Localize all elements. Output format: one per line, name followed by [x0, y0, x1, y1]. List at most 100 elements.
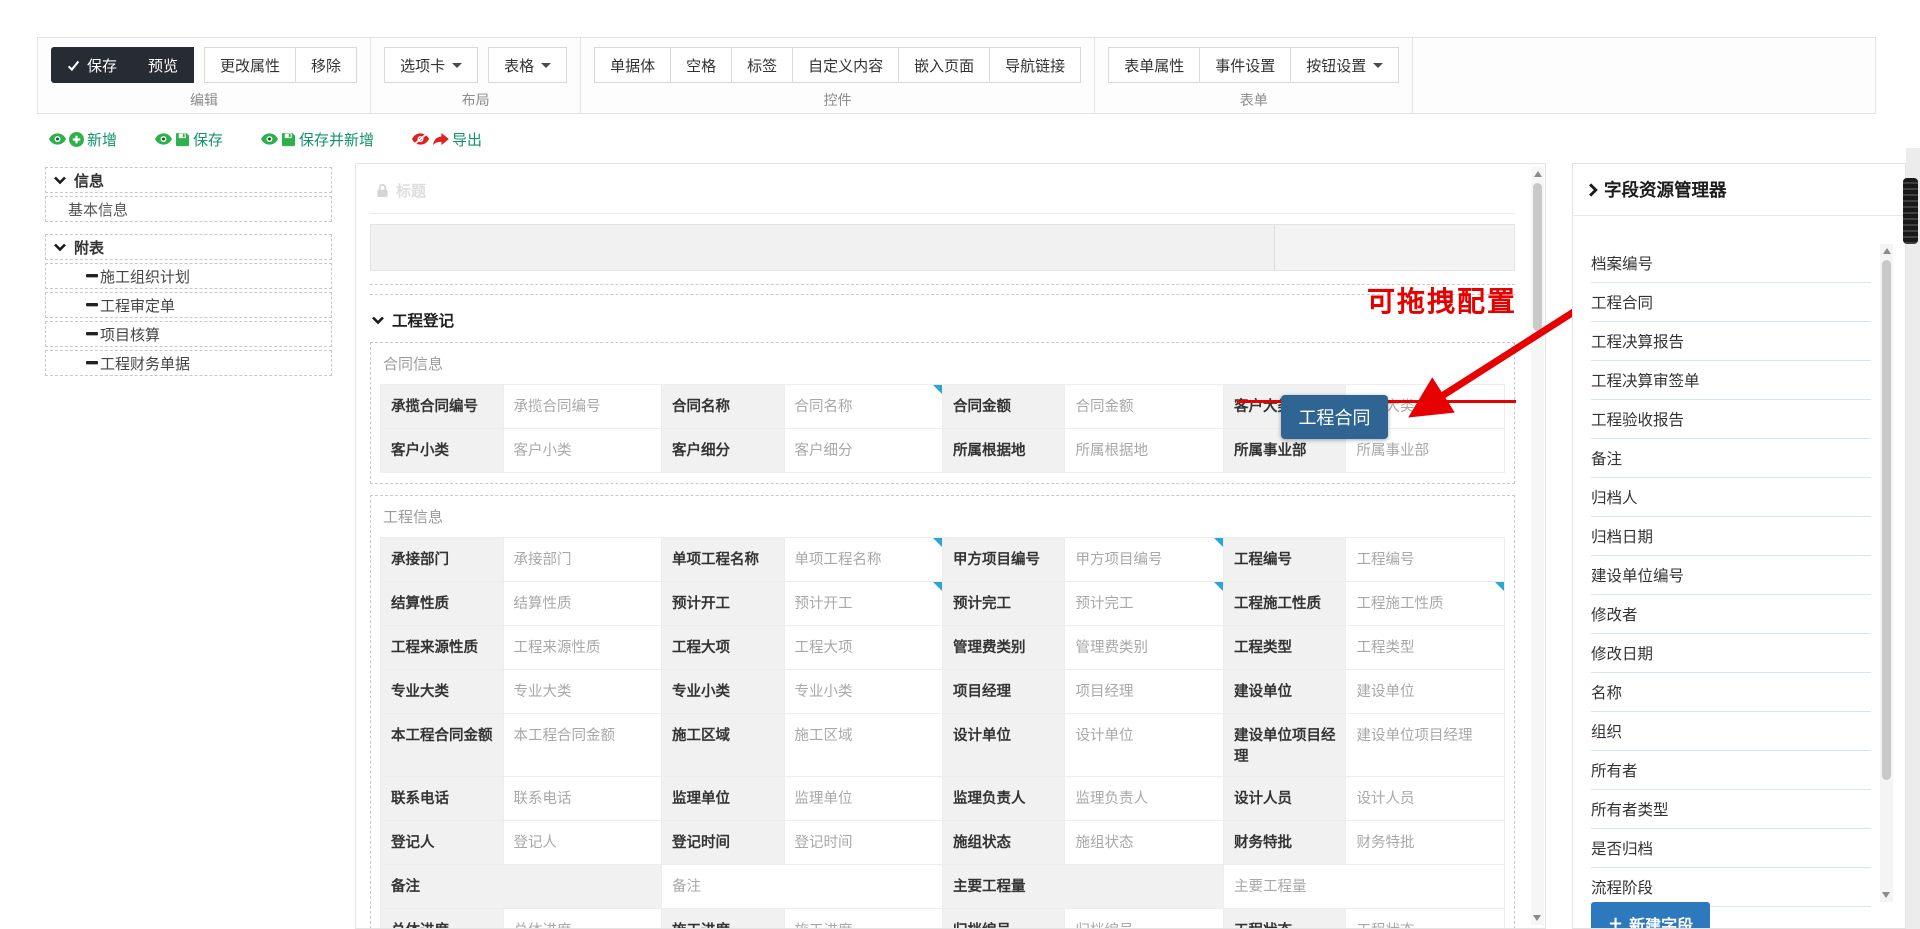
field-item[interactable]: 所有者	[1591, 751, 1871, 790]
field-value-cell[interactable]: 总体进度	[503, 909, 662, 928]
canvas-scrollbar-thumb[interactable]	[1533, 183, 1542, 331]
dragged-field-chip[interactable]: 工程合同	[1281, 395, 1388, 439]
field-value-cell[interactable]: 施工区域	[784, 714, 943, 778]
field-item[interactable]: 名称	[1591, 673, 1871, 712]
table-control-button[interactable]: 表格	[488, 47, 568, 83]
tree-item[interactable]: 工程财务单据	[45, 350, 332, 376]
field-value-cell[interactable]: 工程编号	[1346, 538, 1505, 582]
field-value-cell[interactable]: 合同名称	[784, 385, 943, 429]
field-label-cell[interactable]: 承揽合同编号	[381, 385, 504, 429]
field-label-cell[interactable]: 登记人	[381, 821, 504, 866]
field-value-cell[interactable]: 工程大项	[784, 626, 943, 670]
empty-row-placeholder[interactable]	[370, 284, 1515, 295]
field-item[interactable]: 修改日期	[1591, 634, 1871, 673]
tree-item[interactable]: 项目核算	[45, 321, 332, 347]
field-label-cell[interactable]: 承接部门	[381, 538, 504, 582]
field-label-cell[interactable]: 联系电话	[381, 777, 504, 822]
field-label-cell[interactable]: 甲方项目编号	[942, 538, 1066, 582]
field-value-cell[interactable]: 承揽合同编号	[503, 385, 662, 429]
field-label-cell[interactable]: 建设单位项目经理	[1223, 714, 1347, 778]
field-value-cell[interactable]: 本工程合同金额	[503, 714, 662, 778]
field-label-cell[interactable]: 施组状态	[942, 821, 1066, 866]
field-value-cell[interactable]: 施组状态	[1065, 821, 1224, 866]
field-list-scrollbar-thumb[interactable]	[1882, 260, 1891, 780]
field-item[interactable]: 建设单位编号	[1591, 556, 1871, 595]
field-item[interactable]: 是否归档	[1591, 829, 1871, 868]
field-value-cell[interactable]: 设计人员	[1346, 777, 1505, 822]
field-value-cell[interactable]: 监理单位	[784, 777, 943, 822]
quickbar-export-button[interactable]: 导出	[412, 129, 482, 150]
canvas-scrollbar[interactable]	[1531, 167, 1544, 925]
tab-control-button[interactable]: 选项卡	[384, 47, 479, 83]
quickbar-save-and-new-button[interactable]: 保存并新增	[261, 129, 374, 150]
field-value-cell[interactable]: 工程施工性质	[1346, 582, 1505, 626]
field-value-cell[interactable]: 建设单位项目经理	[1346, 714, 1505, 778]
field-value-cell[interactable]: 工程来源性质	[503, 626, 662, 670]
field-value-cell[interactable]: 预计开工	[784, 582, 943, 626]
field-label-cell[interactable]: 监理负责人	[942, 777, 1066, 822]
field-label-cell[interactable]: 登记时间	[661, 821, 785, 866]
field-label-cell[interactable]: 专业小类	[661, 670, 785, 714]
field-value-cell[interactable]: 承接部门	[503, 538, 662, 582]
field-panel-header[interactable]: 字段资源管理器	[1573, 164, 1905, 216]
field-label-cell[interactable]: 预计完工	[942, 582, 1066, 626]
field-label-cell[interactable]: 预计开工	[661, 582, 785, 626]
field-value-cell[interactable]: 归档编号	[1065, 909, 1224, 928]
field-item[interactable]: 工程决算报告	[1591, 322, 1871, 361]
field-label-cell[interactable]: 施工区域	[661, 714, 785, 778]
tree-item[interactable]: 基本信息	[45, 196, 332, 222]
tree-item[interactable]: 工程审定单	[45, 292, 332, 318]
button-settings-button[interactable]: 按钮设置	[1290, 47, 1400, 83]
field-label-cell[interactable]: 结算性质	[381, 582, 504, 626]
change-properties-button[interactable]: 更改属性	[204, 47, 297, 83]
scroll-up-arrow-icon[interactable]	[1882, 248, 1891, 254]
field-label-cell[interactable]: 建设单位	[1223, 670, 1347, 714]
field-value-cell[interactable]: 财务特批	[1346, 821, 1505, 866]
field-item[interactable]: 工程合同	[1591, 283, 1871, 322]
field-label-cell[interactable]: 工程编号	[1223, 538, 1347, 582]
field-label-cell[interactable]: 客户细分	[661, 429, 785, 473]
remove-button[interactable]: 移除	[295, 47, 358, 83]
tree-section-header[interactable]: 附表	[45, 234, 332, 260]
bill-body-button[interactable]: 单据体	[594, 47, 672, 83]
field-value-cell[interactable]: 专业小类	[784, 670, 943, 714]
field-item[interactable]: 档案编号	[1591, 244, 1871, 283]
field-label-cell[interactable]: 专业大类	[381, 670, 504, 714]
quickbar-add-new-button[interactable]: 新增	[49, 129, 117, 150]
event-settings-button[interactable]: 事件设置	[1199, 47, 1292, 83]
field-item[interactable]: 归档人	[1591, 478, 1871, 517]
scroll-down-arrow-icon[interactable]	[1533, 915, 1541, 921]
field-label-cell[interactable]: 工程来源性质	[381, 626, 504, 670]
field-label-cell[interactable]: 主要工程量	[942, 865, 1224, 910]
field-item[interactable]: 工程决算审签单	[1591, 361, 1871, 400]
label-button[interactable]: 标签	[731, 47, 794, 83]
field-item[interactable]: 备注	[1591, 439, 1871, 478]
save-button[interactable]: 保存	[51, 47, 134, 83]
embed-page-button[interactable]: 嵌入页面	[898, 47, 991, 83]
tree-section-header[interactable]: 信息	[45, 167, 332, 193]
field-value-cell[interactable]: 工程类型	[1346, 626, 1505, 670]
field-value-cell[interactable]: 设计单位	[1065, 714, 1224, 778]
field-label-cell[interactable]: 单项工程名称	[661, 538, 785, 582]
field-label-cell[interactable]: 总体进度	[381, 909, 504, 928]
field-item[interactable]: 组织	[1591, 712, 1871, 751]
field-item[interactable]: 归档日期	[1591, 517, 1871, 556]
field-item[interactable]: 工程验收报告	[1591, 400, 1871, 439]
scroll-up-arrow-icon[interactable]	[1533, 171, 1542, 177]
field-value-cell[interactable]: 结算性质	[503, 582, 662, 626]
field-label-cell[interactable]: 工程大项	[661, 626, 785, 670]
custom-content-button[interactable]: 自定义内容	[792, 47, 900, 83]
section-header[interactable]: 工程登记	[372, 309, 1515, 331]
field-value-cell[interactable]: 预计完工	[1065, 582, 1224, 626]
field-value-cell[interactable]: 施工进度	[784, 909, 943, 928]
field-value-cell[interactable]: 备注	[661, 865, 943, 910]
field-label-cell[interactable]: 归档编号	[942, 909, 1066, 928]
preview-button[interactable]: 预览	[132, 47, 195, 83]
quickbar-save-button[interactable]: 保存	[155, 129, 223, 150]
field-label-cell[interactable]: 合同名称	[661, 385, 785, 429]
field-value-cell[interactable]: 项目经理	[1065, 670, 1224, 714]
toolbar-placeholder-bar[interactable]	[370, 224, 1515, 271]
field-value-cell[interactable]: 建设单位	[1346, 670, 1505, 714]
field-value-cell[interactable]: 专业大类	[503, 670, 662, 714]
field-label-cell[interactable]: 客户小类	[381, 429, 504, 473]
